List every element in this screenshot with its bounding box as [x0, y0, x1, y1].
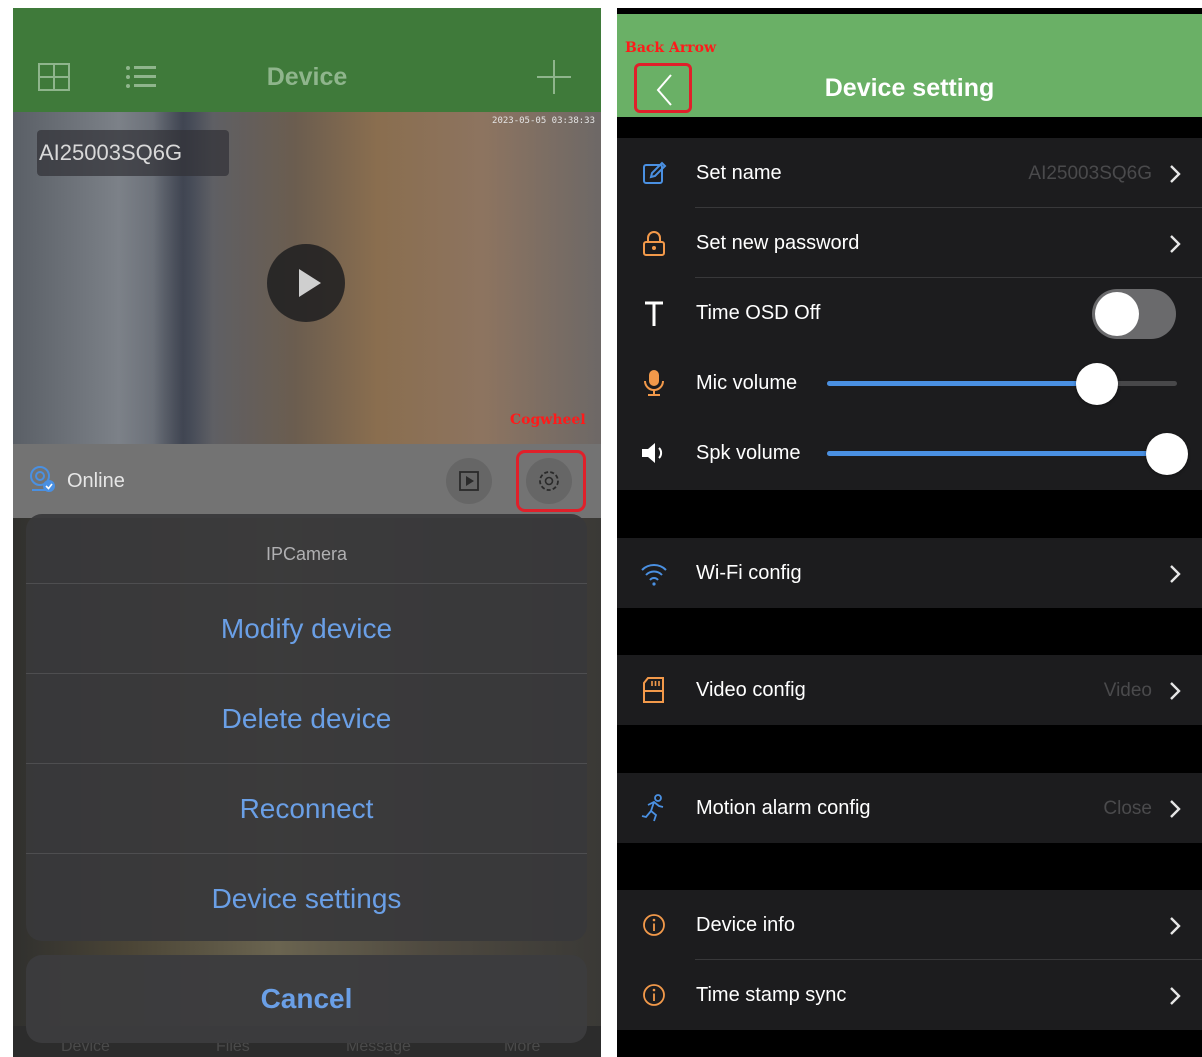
info-icon — [643, 914, 665, 936]
device-info-row[interactable]: Device info — [617, 890, 1202, 960]
motion-alarm-label: Motion alarm config — [696, 797, 871, 819]
video-config-row[interactable]: Video config Video — [617, 655, 1202, 725]
mic-volume-fill — [827, 381, 1097, 386]
play-icon[interactable] — [267, 244, 345, 322]
delete-device-button[interactable]: Delete device — [26, 673, 587, 762]
page-title: Device — [266, 63, 348, 91]
chevron-right-icon — [1170, 565, 1181, 583]
chevron-right-icon — [1170, 917, 1181, 935]
device-setting-screen: Back Arrow Device setting Set name AI250… — [617, 8, 1202, 1057]
video-timestamp: 2023-05-05 03:38:33 — [492, 116, 595, 126]
set-name-value: AI25003SQ6G — [1028, 163, 1152, 184]
sd-card-icon — [643, 677, 664, 703]
action-sheet-title: IPCamera — [265, 544, 348, 564]
spk-volume-slider-handle[interactable] — [1146, 433, 1188, 475]
video-config-label: Video config — [696, 679, 806, 701]
lock-icon — [643, 231, 665, 256]
device-name-tag: AI25003SQ6G — [37, 130, 229, 176]
chevron-right-icon — [1170, 987, 1181, 1005]
text-t-icon — [645, 301, 663, 326]
speaker-icon — [642, 443, 663, 463]
video-preview[interactable]: AI25003SQ6G 2023-05-05 03:38:33 — [13, 112, 601, 444]
device-info-label: Device info — [696, 914, 795, 936]
chevron-right-icon — [1170, 165, 1181, 183]
set-name-row[interactable]: Set name AI25003SQ6G — [617, 138, 1202, 208]
cogwheel-annotation: Cogwheel — [510, 412, 586, 428]
motion-alarm-row[interactable]: Motion alarm config Close — [617, 773, 1202, 843]
time-osd-toggle[interactable] — [1092, 289, 1176, 339]
add-icon[interactable] — [535, 58, 573, 96]
microphone-icon — [644, 370, 664, 396]
chevron-right-icon — [1170, 800, 1181, 818]
time-osd-label: Time OSD Off — [696, 302, 821, 324]
playback-icon — [459, 471, 479, 491]
wifi-config-row[interactable]: Wi-Fi config — [617, 538, 1202, 608]
video-config-value: Video — [1103, 680, 1152, 701]
settings-group-wifi: Wi-Fi config — [617, 538, 1202, 608]
settings-group-video: Video config Video — [617, 655, 1202, 725]
device-list-screen: Device AI25003SQ6G 2023-05-05 03:38:33 C… — [13, 8, 601, 1057]
spk-volume-fill — [827, 451, 1177, 456]
set-password-label: Set new password — [696, 232, 860, 254]
mic-volume-slider-handle[interactable] — [1076, 363, 1118, 405]
settings-group-info: Device info Time stamp sync — [617, 890, 1202, 1030]
device-settings-button[interactable]: Device settings — [26, 853, 587, 941]
reconnect-button[interactable]: Reconnect — [26, 763, 587, 852]
action-sheet: IPCamera Modify device Delete device Rec… — [26, 514, 587, 941]
info-icon — [643, 984, 665, 1006]
settings-group-general: Set name AI25003SQ6G Set new password Ti… — [617, 138, 1202, 490]
time-stamp-sync-row[interactable]: Time stamp sync — [617, 960, 1202, 1030]
page-title: Device setting — [824, 74, 995, 102]
spk-volume-label: Spk volume — [696, 442, 801, 464]
set-password-row[interactable]: Set new password — [617, 208, 1202, 278]
modify-device-button[interactable]: Modify device — [26, 583, 587, 672]
cogwheel-highlight — [516, 450, 586, 512]
motion-alarm-value: Close — [1103, 798, 1152, 819]
mic-volume-row: Mic volume — [617, 348, 1202, 418]
header-bar: Device — [13, 8, 601, 112]
header-bar: Back Arrow Device setting — [617, 14, 1202, 117]
wifi-icon — [641, 564, 667, 586]
cancel-button[interactable]: Cancel — [26, 955, 587, 1043]
set-name-label: Set name — [696, 162, 782, 184]
device-status-row: Online — [13, 444, 601, 518]
edit-icon — [643, 161, 667, 184]
time-osd-row: Time OSD Off — [617, 278, 1202, 348]
settings-group-motion: Motion alarm config Close — [617, 773, 1202, 843]
playback-button[interactable] — [446, 458, 492, 504]
mic-volume-label: Mic volume — [696, 372, 798, 394]
time-stamp-sync-label: Time stamp sync — [696, 984, 847, 1006]
back-arrow-annotation: Back Arrow — [625, 40, 717, 56]
spk-volume-row: Spk volume — [617, 418, 1202, 488]
camera-online-icon — [30, 466, 55, 492]
wifi-config-label: Wi-Fi config — [696, 562, 802, 584]
chevron-right-icon — [1170, 682, 1181, 700]
chevron-right-icon — [1170, 235, 1181, 253]
running-person-icon — [641, 794, 664, 822]
status-label: Online — [67, 470, 125, 492]
